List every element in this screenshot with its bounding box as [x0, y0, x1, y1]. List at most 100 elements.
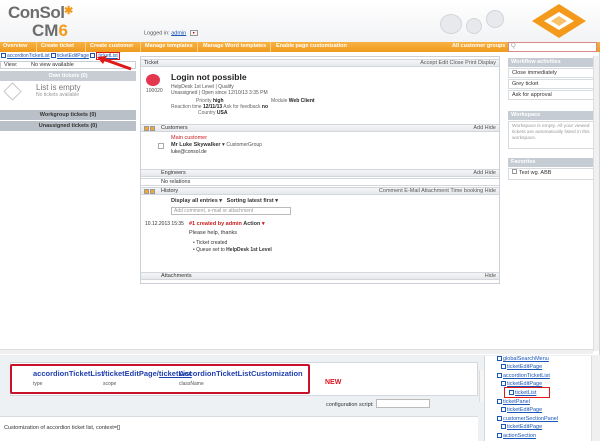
nav-divider: [197, 42, 198, 52]
history-timestamp: 10.12.2013 15:35: [145, 221, 184, 227]
workspace-header: Workspace: [508, 111, 596, 120]
relations-row: No relations: [141, 178, 499, 186]
page-icon: [51, 53, 57, 59]
history-bullet-2: • Queue set to HelpDesk 1st Level: [193, 247, 272, 253]
customer-name[interactable]: Mr Luke Skywalker ▾ CustomerGroup: [171, 142, 262, 148]
attachments-section-bar: Attachments Hide: [141, 272, 499, 280]
page-icon: [497, 416, 502, 422]
workflow-grey-ticket[interactable]: Grey ticket: [508, 79, 596, 89]
module-field: Module Web Client: [271, 98, 315, 104]
crumb-ticket-edit-page[interactable]: ticketEditPage: [57, 53, 89, 59]
favorite-icon: [512, 169, 517, 174]
tree-item-customer-section-panel[interactable]: customerSectionPanel: [497, 416, 558, 422]
own-tickets-header[interactable]: Own tickets (0): [0, 71, 136, 81]
attachments-actions[interactable]: Hide: [485, 273, 496, 279]
ticket-status: Unassigned | Open since 12/10/13 3:35 PM: [171, 90, 268, 96]
workspace-note: Workspace is empty. All your viewed tick…: [508, 121, 596, 149]
search-icon: Q: [511, 43, 516, 49]
tree-item-ticket-panel[interactable]: ticketPanel: [497, 399, 530, 405]
vertical-scrollbar[interactable]: [593, 56, 599, 351]
search-input[interactable]: Q: [508, 42, 597, 52]
tree-annotation-highlight: [504, 387, 550, 398]
page-icon: [497, 373, 502, 379]
tree-item-action-section[interactable]: actionSection: [497, 433, 536, 439]
favorites-header: Favorites: [508, 158, 596, 167]
horizontal-scrollbar[interactable]: [0, 349, 593, 354]
favorite-item[interactable]: Test wg. ABB: [508, 168, 596, 180]
nav-enable-customization[interactable]: Enable page customization: [276, 43, 347, 49]
empty-list: List is empty No tickets available: [0, 81, 136, 109]
tree-item-ticket-edit-page[interactable]: ticketEditPage: [501, 364, 542, 370]
page-icon: [501, 364, 506, 370]
unassigned-tickets-header[interactable]: Unassigned tickets (0): [0, 121, 136, 131]
customers-actions[interactable]: Add Hide: [473, 125, 496, 131]
tree-item-global-search-menu[interactable]: globalSearchMenu: [497, 356, 549, 362]
workflow-header: Workflow activities: [508, 58, 596, 67]
tree-item-ticket-edit-page[interactable]: ticketEditPage: [501, 407, 542, 413]
ticket-actions[interactable]: Accept Edit Close Print Display: [420, 60, 496, 66]
nav-divider: [85, 42, 86, 52]
history-section-bar: History Comment E-Mail Attachment Time b…: [141, 187, 499, 195]
section-icons: [144, 189, 158, 194]
cm6-emblem-icon: [532, 4, 586, 38]
history-entry-body: Please help, thanks: [189, 230, 238, 236]
page-icon: [497, 356, 502, 362]
user-link[interactable]: admin: [171, 30, 186, 36]
nav-manage-templates[interactable]: Manage templates: [145, 43, 193, 49]
section-icons: [144, 126, 158, 131]
history-title: History: [161, 188, 179, 194]
nav-create-customer[interactable]: Create customer: [90, 43, 133, 49]
config-script-label: configuration script:: [326, 402, 374, 408]
engineers-section-bar: Engineers Add Hide: [141, 169, 499, 177]
history-bullet-1: • Ticket created: [193, 240, 228, 246]
main-window: ConSol CM6 ✱ Logged in: admin ▾ Overview…: [0, 0, 600, 355]
customer-email[interactable]: luke@consol.de: [171, 149, 207, 155]
country-field: Country USA: [198, 110, 228, 116]
tree-item-ticket-edit-page[interactable]: ticketEditPage: [501, 424, 542, 430]
attachments-title: Attachments: [161, 273, 192, 279]
tree-item-accordion-ticket-list[interactable]: accordionTicketList: [497, 373, 550, 379]
nav-overview[interactable]: Overview: [3, 43, 27, 49]
customer-groups-select[interactable]: All customer groups: [452, 43, 505, 49]
empty-title: List is empty: [36, 83, 81, 92]
nav-create-ticket[interactable]: Create ticket: [41, 43, 74, 49]
bubble-icon: [466, 18, 482, 34]
ticket-section-title: Ticket: [144, 60, 159, 66]
user-menu-dropdown-icon[interactable]: ▾: [189, 30, 198, 36]
logo-line1: ConSol: [8, 3, 65, 22]
logo-line2: CM6: [32, 21, 68, 40]
ticket-number: 100020: [146, 88, 163, 94]
customer-checkbox[interactable]: [158, 143, 164, 149]
engineers-actions[interactable]: Add Hide: [473, 170, 496, 176]
workflow-close-immediately[interactable]: Close immediately: [508, 68, 596, 78]
logged-in-info: Logged in: admin ▾: [144, 30, 198, 36]
customers-title: Customers: [161, 125, 188, 131]
nav-divider: [270, 42, 271, 52]
logo-spark-icon: ✱: [64, 5, 74, 17]
config-script-input[interactable]: [376, 399, 430, 408]
config-description: Customization of accordion ticket list, …: [0, 416, 478, 441]
page-icon: [497, 399, 502, 405]
page-icon: [1, 53, 6, 59]
workgroup-tickets-header[interactable]: Workgroup tickets (0): [0, 110, 136, 120]
nav-manage-word-templates[interactable]: Manage Word templates: [203, 43, 266, 49]
tree-scrollbar[interactable]: [591, 356, 600, 441]
header-decor: [440, 10, 510, 36]
ticket-title: Login not possible: [171, 72, 247, 82]
history-filter[interactable]: Display all entries ▾ Sorting latest fir…: [171, 198, 278, 204]
history-entry-title: #1 created by admin Action ▾: [189, 221, 265, 227]
app-header: ConSol CM6 ✱ Logged in: admin ▾: [0, 0, 600, 42]
main-customer-label: Main customer: [171, 135, 208, 141]
empty-subtitle: No tickets available: [36, 92, 80, 98]
bubble-icon: [440, 14, 462, 34]
crumb-accordion-ticket-list[interactable]: accordionTicketList: [7, 53, 50, 59]
history-actions[interactable]: Comment E-Mail Attachment Time booking H…: [379, 188, 496, 194]
engineers-title: Engineers: [161, 170, 186, 176]
comment-input[interactable]: Add comment, e-mail or attachment: [171, 207, 291, 215]
bubble-icon: [486, 10, 504, 28]
annotation-arrow-icon: [97, 56, 132, 71]
workflow-ask-approval[interactable]: Ask for approval: [508, 90, 596, 100]
config-description-text: Customization of accordion ticket list, …: [4, 425, 121, 431]
page-icon: [497, 433, 502, 439]
view-value: No view available: [31, 62, 74, 68]
